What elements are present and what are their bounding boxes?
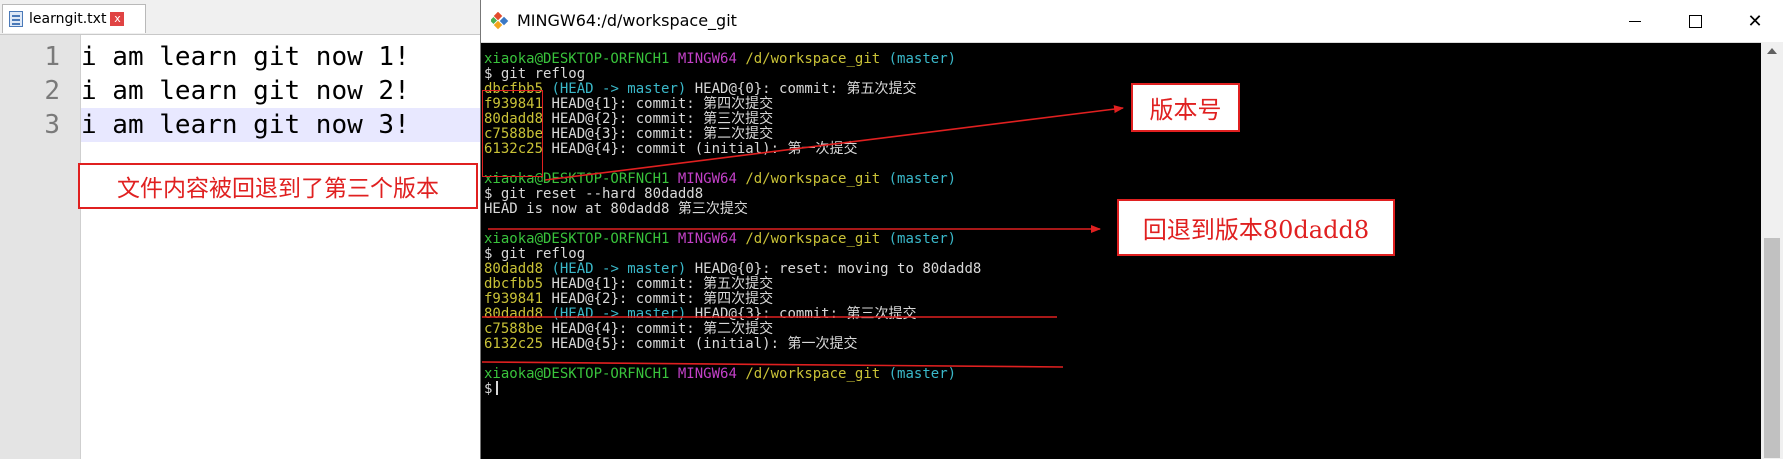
file-save-icon: [9, 11, 23, 27]
reflog-text: HEAD@{1}: commit: 第五次提交: [543, 276, 774, 292]
commit-hash: 80dadd8: [484, 306, 544, 322]
prompt-path: /d/workspace_git: [745, 171, 881, 187]
prompt-line: xiaoka@DESKTOP-ORFNCH1 MINGW64 /d/worksp…: [484, 366, 956, 383]
reflog-text: HEAD@{0}: reset: moving to 80dadd8: [686, 261, 982, 277]
tab-close-icon[interactable]: x: [110, 12, 125, 26]
minimize-button[interactable]: [1605, 0, 1665, 42]
reflog-text: HEAD@{4}: commit: 第二次提交: [543, 321, 774, 337]
prompt-path: /d/workspace_git: [745, 231, 881, 247]
terminal-scrollbar[interactable]: [1761, 42, 1783, 459]
file-reverted-annotation: 文件内容被回退到了第三个版本: [78, 163, 478, 209]
reset-version-annotation: 回退到版本80dadd8: [1117, 199, 1395, 256]
head-pointer: (HEAD -> master): [551, 261, 687, 277]
file-tab-learngit[interactable]: learngit.txt x: [2, 4, 146, 33]
maximize-button[interactable]: [1665, 0, 1725, 42]
window-title: MINGW64:/d/workspace_git: [517, 11, 737, 30]
version-number-annotation: 版本号: [1131, 83, 1240, 132]
reflog-text: HEAD@{3}: commit: 第二次提交: [543, 126, 774, 142]
code-line-current: i am learn git now 3!: [81, 108, 480, 142]
head-pointer: (HEAD -> master): [551, 81, 687, 97]
prompt-branch: (master): [888, 231, 957, 247]
scroll-thumb[interactable]: [1764, 238, 1780, 458]
line-number-gutter: 1 2 3: [0, 35, 81, 459]
editor-text-area[interactable]: i am learn git now 1! i am learn git now…: [81, 35, 480, 459]
maximize-icon: [1688, 14, 1702, 28]
commit-hash: 6132c25: [484, 336, 544, 352]
minimize-icon: [1629, 20, 1641, 22]
commit-hash: 80dadd8: [484, 261, 544, 277]
terminal-title-bar[interactable]: MINGW64:/d/workspace_git ✕: [481, 0, 1783, 43]
prompt-user: xiaoka@DESKTOP-ORFNCH1: [484, 51, 670, 67]
editor-tab-bar: learngit.txt x: [0, 0, 480, 35]
command-output: HEAD is now at 80dadd8 第三次提交: [484, 201, 748, 217]
code-line: i am learn git now 2!: [81, 76, 410, 106]
text-editor-pane: learngit.txt x 1 2 3 i am learn git now …: [0, 0, 480, 459]
commit-hash: c7588be: [484, 321, 544, 337]
prompt-branch: (master): [888, 171, 957, 187]
prompt-symbol: $: [484, 381, 493, 397]
git-bash-icon: [491, 12, 509, 30]
prompt-path: /d/workspace_git: [745, 366, 881, 382]
reflog-text: HEAD@{4}: commit (initial): 第一次提交: [543, 141, 858, 157]
file-tab-label: learngit.txt: [29, 11, 107, 27]
mingw64-terminal-window: MINGW64:/d/workspace_git ✕ xiaoka@DESKTO…: [480, 0, 1783, 459]
reflog-text: HEAD@{2}: commit: 第四次提交: [543, 291, 774, 307]
reflog-text: HEAD@{2}: commit: 第三次提交: [543, 111, 774, 127]
prompt-env: MINGW64: [677, 171, 737, 187]
prompt-user: xiaoka@DESKTOP-ORFNCH1: [484, 366, 670, 382]
prompt-branch: (master): [888, 366, 957, 382]
prompt-user: xiaoka@DESKTOP-ORFNCH1: [484, 231, 670, 247]
close-button[interactable]: ✕: [1725, 0, 1783, 42]
prompt-env: MINGW64: [677, 366, 737, 382]
line-number: 2: [44, 76, 60, 106]
scroll-up-arrow-icon[interactable]: [1767, 48, 1777, 54]
head-pointer: (HEAD -> master): [551, 306, 687, 322]
reflog-text: HEAD@{5}: commit (initial): 第一次提交: [543, 336, 858, 352]
code-line: i am learn git now 1!: [81, 42, 410, 72]
reflog-text: HEAD@{3}: commit: 第三次提交: [686, 306, 917, 322]
prompt-path: /d/workspace_git: [745, 51, 881, 67]
hash-column-highlight: [482, 90, 543, 177]
line-number: 1: [44, 42, 60, 72]
reflog-text: HEAD@{1}: commit: 第四次提交: [543, 96, 774, 112]
reflog-entry: 6132c25 HEAD@{5}: commit (initial): 第一次提…: [484, 336, 857, 353]
commit-hash: dbcfbb5: [484, 276, 544, 292]
commit-hash: f939841: [484, 291, 544, 307]
close-icon: ✕: [1747, 10, 1763, 32]
active-prompt-line[interactable]: $: [484, 381, 499, 398]
line-number: 3: [44, 110, 60, 140]
reflog-text: HEAD@{0}: commit: 第五次提交: [686, 81, 917, 97]
text-cursor: [496, 381, 499, 395]
prompt-env: MINGW64: [677, 231, 737, 247]
prompt-branch: (master): [888, 51, 957, 67]
prompt-env: MINGW64: [677, 51, 737, 67]
